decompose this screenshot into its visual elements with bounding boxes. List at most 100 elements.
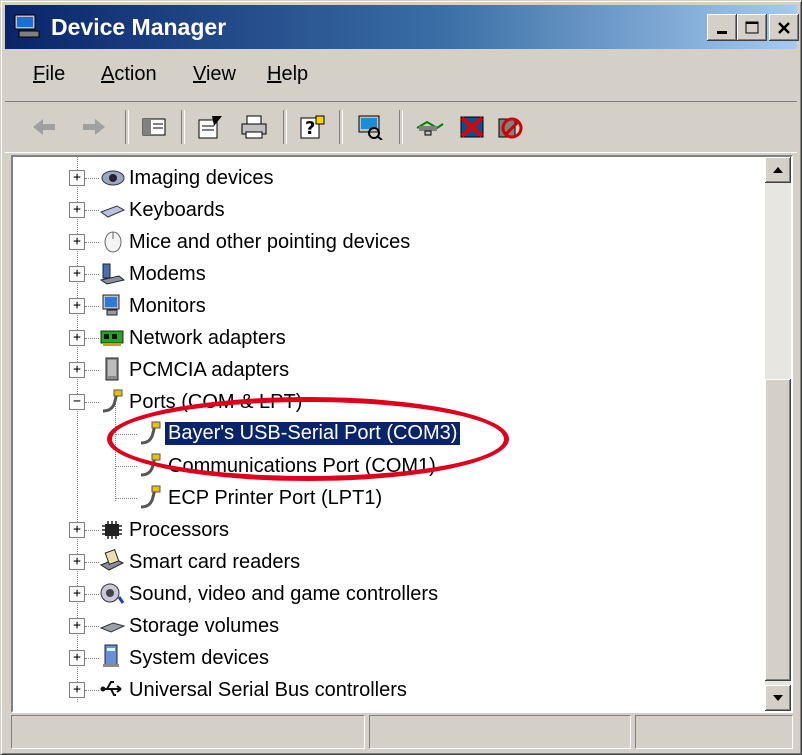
expand-button[interactable]: + [69, 298, 85, 314]
scan-hardware-button[interactable] [351, 109, 389, 145]
expand-button[interactable]: + [69, 170, 85, 186]
back-icon [33, 119, 55, 135]
scroll-thumb[interactable] [765, 379, 791, 681]
forward-button[interactable] [75, 109, 113, 145]
toolbar-separator [339, 110, 343, 144]
tree-item-label: Network adapters [129, 327, 286, 349]
tree-item-label: ECP Printer Port (LPT1) [168, 487, 383, 509]
processor-icon [102, 521, 122, 539]
menu-file[interactable]: File [33, 63, 65, 86]
scroll-up-button[interactable] [765, 157, 791, 183]
tree-item[interactable]: + Mice and other pointing devices [13, 227, 765, 257]
tree-connector [85, 402, 99, 403]
tree-connector [85, 626, 99, 627]
maximize-button[interactable] [737, 14, 767, 41]
expand-button[interactable]: + [69, 682, 85, 698]
uninstall-icon [460, 116, 484, 138]
menu-view[interactable]: View [193, 63, 236, 86]
expand-button[interactable]: + [69, 330, 85, 346]
tree-connector [85, 242, 99, 243]
collapse-button[interactable]: − [69, 394, 85, 410]
show-hide-tree-button[interactable] [135, 109, 173, 145]
vertical-scrollbar[interactable] [765, 157, 791, 711]
tree-item[interactable]: + PCMCIA adapters [13, 355, 765, 385]
tree-connector [85, 562, 99, 563]
tree-item-child[interactable]: ECP Printer Port (LPT1) [13, 483, 765, 513]
network-adapter-icon [100, 330, 124, 346]
tree-item-label: Keyboards [129, 199, 225, 221]
toolbar: ? [5, 101, 797, 153]
expand-button[interactable]: + [69, 266, 85, 282]
close-button[interactable] [769, 14, 799, 41]
tree-item[interactable]: − Ports (COM & LPT) [13, 387, 765, 417]
expand-button[interactable]: + [69, 522, 85, 538]
storage-icon [99, 622, 125, 633]
tree-connector [85, 338, 99, 339]
device-manager-window: Device Manager File Action View Help ? +… [0, 0, 802, 755]
tree-item-label-selected: Bayer's USB-Serial Port (COM3) [165, 422, 461, 445]
tree-connector [115, 434, 137, 435]
mouse-icon [104, 231, 122, 253]
title-bar[interactable]: Device Manager [5, 5, 799, 49]
tree-connector [115, 466, 137, 467]
svg-text:?: ? [305, 118, 315, 139]
expand-button[interactable]: + [69, 234, 85, 250]
menu-action[interactable]: Action [101, 63, 157, 86]
tree-item-label: Storage volumes [129, 615, 280, 637]
expand-button[interactable]: + [69, 650, 85, 666]
print-button[interactable] [235, 109, 273, 145]
port-icon [140, 421, 161, 445]
update-driver-icon [416, 120, 444, 136]
tree-item[interactable]: + Smart card readers [13, 547, 765, 577]
tree-item-label: Smart card readers [129, 551, 301, 573]
tree-item[interactable]: + Imaging devices [13, 163, 765, 193]
scroll-down-button[interactable] [765, 685, 791, 711]
tree-item-child[interactable]: Communications Port (COM1) [13, 451, 765, 481]
tree-item-label: Sound, video and game controllers [129, 583, 439, 605]
expand-button[interactable]: + [69, 362, 85, 378]
toolbar-separator [283, 110, 287, 144]
minimize-icon [717, 30, 727, 34]
tree-item[interactable]: + Processors [13, 515, 765, 545]
back-button[interactable] [25, 109, 63, 145]
monitor-icon [102, 294, 120, 316]
camera-icon [101, 170, 125, 186]
tree-item-label: Mice and other pointing devices [129, 231, 411, 253]
disable-button[interactable] [491, 109, 529, 145]
tree-connector [85, 658, 99, 659]
uninstall-button[interactable] [453, 109, 491, 145]
expand-button[interactable]: + [69, 586, 85, 602]
smart-card-reader-icon [99, 549, 125, 571]
minimize-button[interactable] [707, 14, 737, 41]
tree-item[interactable]: + Universal Serial Bus controllers [13, 675, 765, 705]
window-title: Device Manager [51, 14, 227, 40]
arrow-down-icon [773, 695, 783, 701]
help-button[interactable]: ? [293, 109, 331, 145]
menu-help[interactable]: Help [267, 63, 308, 86]
properties-button[interactable] [191, 109, 229, 145]
disable-icon [498, 117, 523, 139]
tree-item-label: Ports (COM & LPT) [129, 391, 303, 413]
close-icon [778, 21, 790, 34]
expand-button[interactable]: + [69, 618, 85, 634]
status-pane [11, 715, 365, 749]
tree-connector [85, 690, 99, 691]
status-bar [5, 715, 797, 749]
pcmcia-icon [105, 357, 119, 381]
tree-item-child[interactable]: Bayer's USB-Serial Port (COM3) [13, 419, 765, 449]
tree-connector [85, 210, 99, 211]
tree-item[interactable]: + Sound, video and game controllers [13, 579, 765, 609]
expand-button[interactable]: + [69, 554, 85, 570]
device-tree[interactable]: + Imaging devices + Keyboards + Mice and… [13, 157, 765, 711]
tree-item[interactable]: + Storage volumes [13, 611, 765, 641]
tree-item[interactable]: + System devices [13, 643, 765, 673]
device-manager-icon [14, 14, 40, 38]
update-driver-button[interactable] [411, 109, 449, 145]
tree-item[interactable]: + Modems [13, 259, 765, 289]
tree-item-label: PCMCIA adapters [129, 359, 290, 381]
tree-item[interactable]: + Monitors [13, 291, 765, 321]
tree-item[interactable]: + Network adapters [13, 323, 765, 353]
expand-button[interactable]: + [69, 202, 85, 218]
status-pane [369, 715, 631, 749]
tree-item[interactable]: + Keyboards [13, 195, 765, 225]
